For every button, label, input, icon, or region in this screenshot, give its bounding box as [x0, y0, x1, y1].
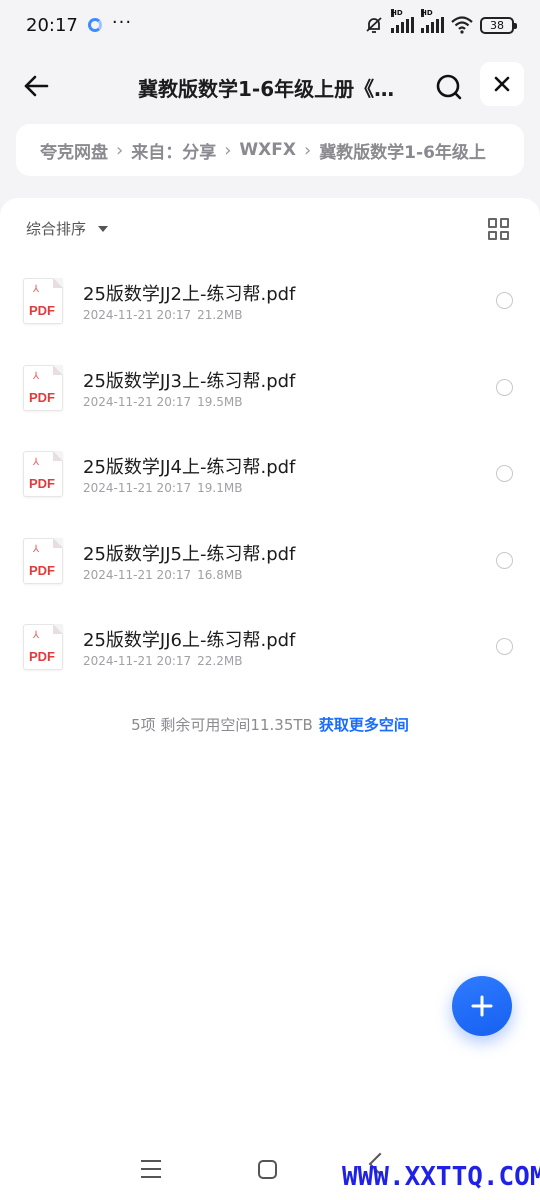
grid-view-icon: [488, 218, 497, 228]
file-size: 19.1MB: [197, 481, 243, 495]
file-name: 25版数学JJ6上-练习帮.pdf: [83, 630, 296, 651]
pdf-file-icon: ⅄ PDF: [23, 624, 63, 670]
file-name: 25版数学JJ4上-练习帮.pdf: [83, 457, 296, 478]
file-meta: 2024-11-21 20:17 16.8MB: [83, 568, 242, 582]
search-icon: [436, 74, 462, 100]
select-radio[interactable]: [496, 465, 513, 482]
home-icon[interactable]: [258, 1160, 277, 1179]
arrow-left-icon: [24, 75, 49, 97]
signal-hd-label: HD: [421, 9, 433, 17]
file-date: 2024-11-21 20:17: [83, 654, 192, 668]
sort-label: 综合排序: [26, 220, 87, 238]
file-meta: 2024-11-21 20:17 19.1MB: [83, 481, 242, 495]
pdf-type-label: PDF: [29, 649, 55, 664]
file-size: 21.2MB: [197, 308, 243, 322]
file-meta: 2024-11-21 20:17 21.2MB: [83, 308, 242, 322]
page-title: 冀教版数学1-6年级上册《…: [138, 77, 395, 101]
grid-view-button[interactable]: [488, 218, 510, 240]
breadcrumb-separator: ›: [116, 139, 124, 161]
breadcrumb-separator: ›: [303, 139, 312, 161]
file-row[interactable]: ⅄ PDF 25版数学JJ3上-练习帮.pdf 2024-11-21 20:17…: [0, 353, 540, 440]
mute-bell-icon: [366, 17, 382, 33]
file-row[interactable]: ⅄ PDF 25版数学JJ2上-练习帮.pdf 2024-11-21 20:17…: [0, 266, 540, 353]
browser-notification-icon: [87, 18, 102, 32]
plus-icon: [471, 995, 493, 1017]
acrobat-logo-icon: ⅄: [33, 630, 40, 641]
add-button[interactable]: [452, 976, 512, 1036]
search-button[interactable]: [430, 68, 468, 106]
status-bar: 20:17 ··· HD HD 38: [0, 0, 540, 50]
caret-down-icon: [98, 225, 109, 232]
sort-dropdown[interactable]: 综合排序: [26, 218, 109, 239]
back-button[interactable]: [18, 68, 54, 104]
file-row[interactable]: ⅄ PDF 25版数学JJ4上-练习帮.pdf 2024-11-21 20:17…: [0, 439, 540, 526]
file-size: 19.5MB: [197, 394, 243, 409]
pdf-file-icon: ⅄ PDF: [23, 451, 63, 497]
breadcrumb-item-current[interactable]: 冀教版数学1-6年级上: [319, 138, 486, 163]
status-right: HD HD 38: [364, 9, 517, 35]
file-row[interactable]: ⅄ PDF 25版数学JJ6上-练习帮.pdf 2024-11-21 20:17…: [0, 612, 540, 699]
acrobat-logo-icon: ⅄: [33, 457, 40, 468]
battery-icon: 38: [480, 16, 517, 34]
breadcrumb-item-root[interactable]: 夸克网盘: [40, 138, 108, 163]
close-icon: [494, 76, 510, 92]
pdf-type-label: PDF: [29, 389, 55, 405]
acrobat-logo-icon: ⅄: [33, 543, 40, 555]
breadcrumb-item-wxfx[interactable]: WXFX: [239, 140, 296, 160]
status-time: 20:17: [26, 14, 78, 36]
storage-summary: 5项 剩余可用空间11.35TB 获取更多空间: [0, 714, 540, 735]
more-notifications-icon: ···: [111, 11, 133, 33]
signal-strength-2-icon: HD: [421, 9, 444, 33]
pdf-type-label: PDF: [29, 562, 55, 578]
file-date: 2024-11-21 20:17: [83, 481, 192, 495]
file-name: 25版数学JJ3上-练习帮.pdf: [83, 370, 296, 392]
file-row[interactable]: ⅄ PDF 25版数学JJ5上-练习帮.pdf 2024-11-21 20:17…: [0, 526, 540, 613]
breadcrumb: 夸克网盘 › 来自：分享 › WXFX › 冀教版数学1-6年级上: [16, 124, 524, 176]
file-size: 16.8MB: [197, 567, 243, 582]
file-size: 22.2MB: [197, 654, 243, 668]
file-date: 2024-11-21 20:17: [83, 308, 192, 322]
signal-hd-label: HD: [391, 9, 403, 17]
signal-strength-1-icon: HD: [391, 9, 414, 33]
select-radio[interactable]: [496, 551, 513, 569]
nav-bar: 冀教版数学1-6年级上册《…: [0, 58, 540, 114]
file-list: ⅄ PDF 25版数学JJ2上-练习帮.pdf 2024-11-21 20:17…: [0, 266, 540, 699]
pdf-file-icon: ⅄ PDF: [23, 537, 63, 584]
pdf-type-label: PDF: [29, 303, 55, 318]
select-radio[interactable]: [496, 378, 513, 396]
watermark: WWW.XXTTQ.COM: [342, 1162, 540, 1192]
file-meta: 2024-11-21 20:17 19.5MB: [83, 395, 242, 409]
close-button[interactable]: [480, 62, 524, 106]
file-date: 2024-11-21 20:17: [83, 567, 192, 582]
file-list-panel: 综合排序 ⅄ PDF 25版数学JJ2上-练习帮.pdf 2024-11-21 …: [0, 198, 540, 1200]
status-left: 20:17 ···: [26, 11, 133, 36]
wifi-icon: [451, 16, 473, 34]
file-name: 25版数学JJ5上-练习帮.pdf: [83, 543, 296, 565]
select-radio[interactable]: [496, 292, 513, 309]
acrobat-logo-icon: ⅄: [33, 370, 40, 382]
get-more-space-link[interactable]: 获取更多空间: [319, 716, 409, 734]
file-name: 25版数学JJ2上-练习帮.pdf: [83, 284, 296, 305]
pdf-file-icon: ⅄ PDF: [23, 278, 63, 324]
file-meta: 2024-11-21 20:17 22.2MB: [83, 654, 242, 668]
pdf-type-label: PDF: [29, 476, 55, 491]
breadcrumb-separator: ›: [224, 139, 232, 161]
storage-summary-text: 5项 剩余可用空间11.35TB: [131, 716, 313, 734]
select-radio[interactable]: [496, 638, 513, 655]
pdf-file-icon: ⅄ PDF: [23, 364, 63, 411]
acrobat-logo-icon: ⅄: [33, 284, 40, 295]
recent-apps-icon[interactable]: [141, 1160, 161, 1178]
file-date: 2024-11-21 20:17: [83, 394, 192, 409]
breadcrumb-item-share[interactable]: 来自：分享: [131, 138, 216, 163]
